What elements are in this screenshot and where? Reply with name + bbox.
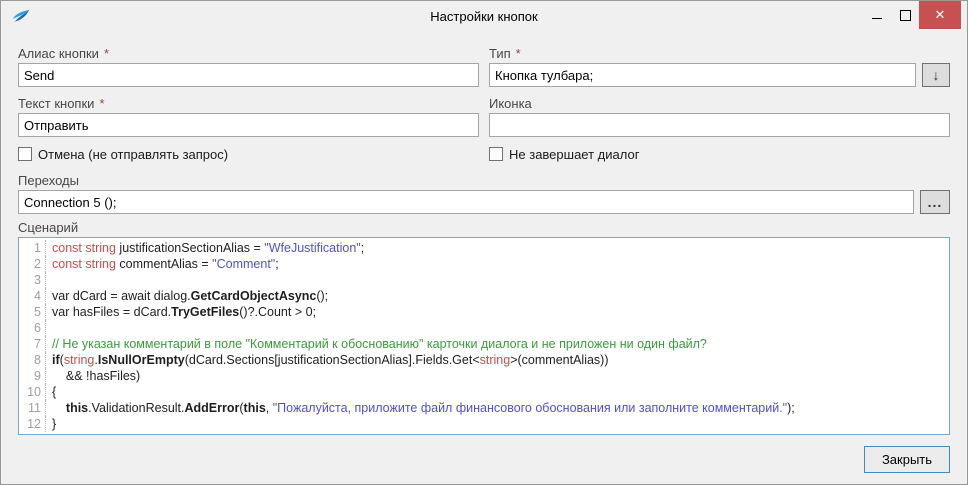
titlebar[interactable]: Настройки кнопок ✕ — [1, 1, 967, 31]
alias-field-group: Алиас кнопки * — [18, 31, 479, 87]
checkbox-icon — [489, 147, 503, 161]
code-line: 5 var hasFiles = dCard.TryGetFiles()?.Cou… — [21, 304, 949, 320]
cancel-checkbox[interactable]: Отмена (не отправлять запрос) — [18, 146, 479, 162]
code-line: 10 { — [21, 384, 949, 400]
window-controls: ✕ — [863, 1, 961, 29]
footer: Закрыть — [18, 446, 950, 473]
code-line: 3 — [21, 272, 949, 288]
code-text: const string justificationSectionAlias =… — [52, 240, 364, 256]
type-dropdown-button[interactable]: ↓ — [922, 63, 950, 87]
line-number: 4 — [21, 288, 46, 304]
transitions-label: Переходы — [18, 173, 950, 188]
line-number: 10 — [21, 384, 46, 400]
close-icon: ✕ — [935, 7, 946, 23]
required-mark: * — [516, 46, 521, 61]
script-editor[interactable]: 1 const string justificationSectionAlias … — [18, 237, 950, 435]
code-line: 1 const string justificationSectionAlias … — [21, 240, 949, 256]
type-label-text: Тип — [489, 46, 511, 61]
line-number: 9 — [21, 368, 46, 384]
dialog-window: Настройки кнопок ✕ Алиас кнопки * Тип * ↓ — [0, 0, 968, 485]
code-text: if(string.IsNullOrEmpty(dCard.Sections[j… — [52, 352, 609, 368]
icon-label: Иконка — [489, 96, 950, 111]
minimize-icon — [872, 18, 882, 19]
icon-field-group: Иконка — [489, 87, 950, 137]
icon-label-text: Иконка — [489, 96, 532, 111]
transitions-input[interactable] — [18, 190, 914, 214]
code-text: var hasFiles = dCard.TryGetFiles()?.Coun… — [52, 304, 316, 320]
code-line: 7 // Не указан комментарий в поле "Коммен… — [21, 336, 949, 352]
text-label-text: Текст кнопки — [18, 96, 94, 111]
line-number: 6 — [21, 320, 46, 336]
code-text: const string commentAlias = "Comment"; — [52, 256, 279, 272]
line-number: 2 — [21, 256, 46, 272]
checkbox-icon — [18, 147, 32, 161]
scenario-label: Сценарий — [18, 220, 950, 235]
line-number: 7 — [21, 336, 46, 352]
line-number: 3 — [21, 272, 46, 288]
code-text: this.ValidationResult.AddError(this, "По… — [52, 400, 795, 416]
code-text: } — [52, 416, 56, 432]
app-logo-icon — [10, 6, 30, 26]
arrow-down-icon: ↓ — [933, 67, 940, 83]
code-line: 6 — [21, 320, 949, 336]
line-number: 1 — [21, 240, 46, 256]
line-number: 5 — [21, 304, 46, 320]
type-label: Тип * — [489, 46, 950, 61]
maximize-button[interactable] — [891, 1, 919, 29]
window-title: Настройки кнопок — [1, 1, 967, 31]
type-input[interactable] — [489, 63, 916, 87]
code-line: 4 var dCard = await dialog.GetCardObjectA… — [21, 288, 949, 304]
dialog-client-area: Алиас кнопки * Тип * ↓ Текст кнопки * — [1, 31, 967, 473]
code-text: { — [52, 384, 56, 400]
transitions-browse-button[interactable]: ... — [920, 190, 950, 214]
line-number: 12 — [21, 416, 46, 432]
text-label: Текст кнопки * — [18, 96, 479, 111]
alias-label-text: Алиас кнопки — [18, 46, 99, 61]
close-window-button[interactable]: ✕ — [919, 1, 961, 29]
script-lines: 1 const string justificationSectionAlias … — [21, 240, 949, 432]
no-close-dialog-checkbox[interactable]: Не завершает диалог — [489, 146, 950, 162]
code-line: 12} — [21, 416, 949, 432]
code-text: var dCard = await dialog.GetCardObjectAs… — [52, 288, 328, 304]
code-line: 11 this.ValidationResult.AddError(this, … — [21, 400, 949, 416]
alias-label: Алиас кнопки * — [18, 46, 479, 61]
code-text: && !hasFiles) — [52, 368, 140, 384]
line-number: 11 — [21, 400, 46, 416]
required-mark: * — [99, 96, 104, 111]
type-field-group: Тип * ↓ — [489, 31, 950, 87]
cancel-checkbox-label: Отмена (не отправлять запрос) — [38, 147, 228, 162]
required-mark: * — [104, 46, 109, 61]
alias-input[interactable] — [18, 63, 479, 87]
no-close-dialog-checkbox-label: Не завершает диалог — [509, 147, 639, 162]
button-text-input[interactable] — [18, 113, 479, 137]
text-field-group: Текст кнопки * — [18, 87, 479, 137]
code-line: 9 && !hasFiles) — [21, 368, 949, 384]
code-text: // Не указан комментарий в поле "Коммент… — [52, 336, 707, 352]
code-line: 2 const string commentAlias = "Comment"; — [21, 256, 949, 272]
close-dialog-button[interactable]: Закрыть — [864, 446, 950, 473]
line-number: 8 — [21, 352, 46, 368]
icon-input[interactable] — [489, 113, 950, 137]
minimize-button[interactable] — [863, 1, 891, 29]
maximize-icon — [900, 10, 911, 21]
code-line: 8 if(string.IsNullOrEmpty(dCard.Sections[… — [21, 352, 949, 368]
ellipsis-icon: ... — [928, 197, 943, 207]
